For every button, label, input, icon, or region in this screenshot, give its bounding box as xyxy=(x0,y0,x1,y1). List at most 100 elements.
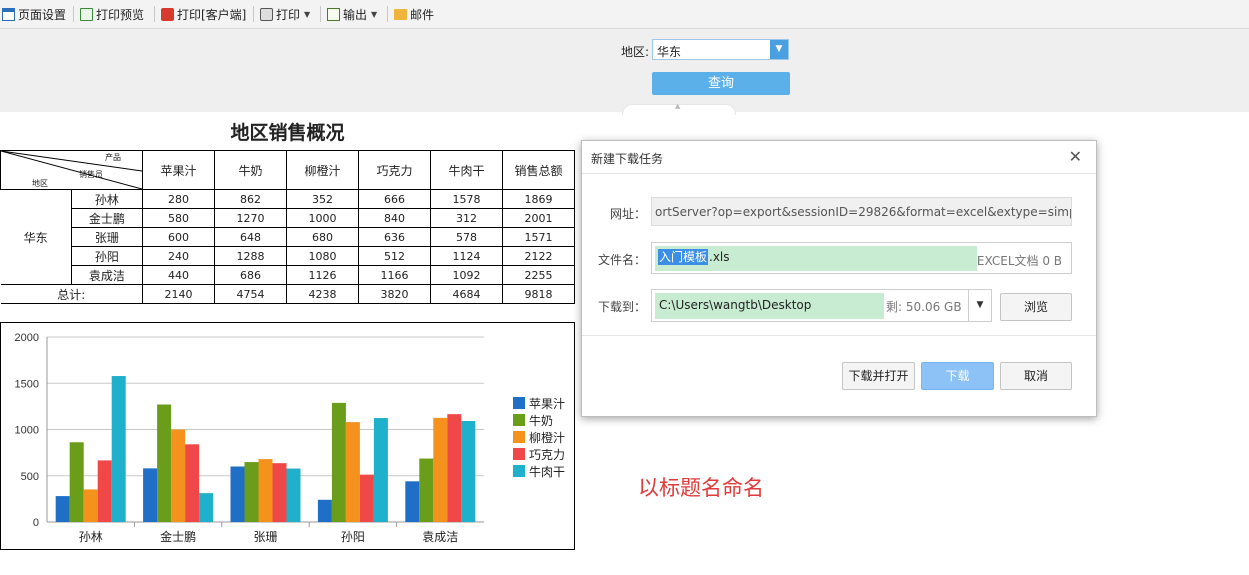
total-cell: 4238 xyxy=(286,284,359,304)
parameter-panel xyxy=(0,29,1249,112)
saveto-path-area[interactable]: C:\Users\wangtb\Desktop xyxy=(655,293,884,319)
value-cell: 680 xyxy=(286,227,359,247)
cancel-button[interactable]: 取消 xyxy=(1000,362,1072,390)
value-cell: 512 xyxy=(358,246,431,266)
legend-label: 柳橙汁 xyxy=(529,430,565,445)
query-button[interactable]: 查询 xyxy=(652,72,790,95)
close-icon[interactable]: ✕ xyxy=(1069,147,1082,166)
salesperson-cell: 金士鹏 xyxy=(70,208,144,228)
region-select-value: 华东 xyxy=(657,45,682,59)
y-tick-label: 0 xyxy=(33,517,39,529)
salesperson-cell: 孙阳 xyxy=(70,246,144,266)
value-cell: 666 xyxy=(358,189,431,209)
legend-swatch xyxy=(513,465,525,477)
bar xyxy=(461,420,476,522)
region-cell: 华东 xyxy=(0,189,72,285)
y-tick-label: 1500 xyxy=(15,378,39,390)
filename-extension: .xls xyxy=(709,250,730,264)
value-cell: 636 xyxy=(358,227,431,247)
value-cell: 648 xyxy=(214,227,287,247)
print-preview-label: 打印预览 xyxy=(96,7,145,22)
url-value: ortServer?op=export&sessionID=29826&form… xyxy=(655,205,1072,219)
mail-label: 邮件 xyxy=(410,7,435,22)
bar xyxy=(171,429,186,522)
download-button[interactable]: 下载 xyxy=(921,362,994,390)
x-tick-label: 金士鹏 xyxy=(160,529,196,544)
collapse-arrow-icon[interactable]: ▲ xyxy=(675,102,680,110)
region-select[interactable]: 华东 ▼ xyxy=(652,39,789,60)
divider xyxy=(582,173,1096,174)
bar xyxy=(419,458,434,522)
saveto-dropdown-button[interactable]: ▼ xyxy=(968,289,992,322)
value-cell: 1571 xyxy=(502,227,575,247)
diagonal-header-cell: 产品 销售员 地区 xyxy=(0,150,143,190)
table-row: 金士鹏 580 1270 1000 840 312 2001 xyxy=(1,208,575,228)
x-tick-label: 孙林 xyxy=(79,530,103,544)
export-icon xyxy=(327,7,340,21)
bar xyxy=(331,402,346,522)
salesperson-cell: 孙林 xyxy=(70,189,144,209)
table-row: 孙阳 240 1288 1080 512 1124 2122 xyxy=(1,246,575,266)
filename-label: 文件名： xyxy=(597,253,646,267)
download-open-button[interactable]: 下载并打开 xyxy=(842,362,915,390)
bar xyxy=(286,468,301,522)
total-cell: 3820 xyxy=(358,284,431,304)
page-setup-label: 页面设置 xyxy=(18,7,67,22)
value-cell: 352 xyxy=(286,189,359,209)
bar xyxy=(199,493,214,522)
salesperson-cell: 袁成洁 xyxy=(70,265,144,285)
header-product-label: 产品 xyxy=(105,153,121,162)
print-label: 打印 xyxy=(276,7,301,22)
export-label: 输出 xyxy=(343,7,368,22)
chevron-down-icon[interactable]: ▼ xyxy=(770,40,788,59)
report-title: 地区销售概况 xyxy=(230,122,345,144)
value-cell: 312 xyxy=(430,208,503,228)
value-cell: 862 xyxy=(214,189,287,209)
header-salesperson-label: 销售员 xyxy=(79,170,103,179)
bar xyxy=(185,444,200,522)
url-label: 网址： xyxy=(609,207,646,221)
table-row: 张珊 600 648 680 636 578 1571 xyxy=(1,227,575,247)
legend-label: 苹果汁 xyxy=(529,397,565,411)
page-setup-icon xyxy=(2,7,15,21)
bar xyxy=(69,442,84,522)
legend-swatch xyxy=(513,431,525,443)
value-cell: 1166 xyxy=(358,265,431,285)
print-preview-button[interactable]: 打印预览 xyxy=(80,5,144,23)
chevron-down-icon: ▼ xyxy=(976,300,984,310)
filename-text-area[interactable]: 入门模板 .xls xyxy=(655,246,977,271)
column-header: 牛奶 xyxy=(214,150,287,190)
column-header: 柳橙汁 xyxy=(286,150,359,190)
legend-swatch xyxy=(513,397,525,409)
table-row: 袁成洁 440 686 1126 1166 1092 2255 xyxy=(1,265,575,285)
divider xyxy=(582,335,1096,336)
download-dialog: 新建下载任务 ✕ 网址： ortServer?op=export&session… xyxy=(581,140,1097,417)
bar xyxy=(373,418,388,522)
print-preview-icon xyxy=(80,7,93,21)
filename-selected-text: 入门模板 xyxy=(658,249,709,265)
export-button[interactable]: 输出 ▼ xyxy=(327,5,377,23)
total-cell: 2140 xyxy=(142,284,215,304)
bar xyxy=(345,422,360,522)
legend-swatch xyxy=(513,414,525,426)
value-cell: 1080 xyxy=(286,246,359,266)
value-cell: 2122 xyxy=(502,246,575,266)
value-cell: 2255 xyxy=(502,265,575,285)
url-field[interactable]: ortServer?op=export&sessionID=29826&form… xyxy=(651,197,1072,226)
bar xyxy=(272,463,287,522)
filename-input[interactable]: 入门模板 .xls EXCEL文档 0 B xyxy=(651,242,1072,274)
value-cell: 280 xyxy=(142,189,215,209)
value-cell: 1126 xyxy=(286,265,359,285)
total-cell: 9818 xyxy=(502,284,575,304)
print-client-button[interactable]: 打印[客户端] xyxy=(161,5,246,23)
column-header: 牛肉干 xyxy=(430,150,503,190)
chart-svg: 0 500 1000 1500 2000 孙林 金士鹏 张珊 孙阳 袁成洁 苹果汁牛奶柳橙汁巧克力牛… xyxy=(15,332,566,544)
bar xyxy=(433,417,448,522)
page-setup-button[interactable]: 页面设置 xyxy=(2,5,66,23)
region-label: 地区: xyxy=(621,45,650,59)
print-button[interactable]: 打印 ▼ xyxy=(260,5,310,23)
saveto-path-field[interactable]: C:\Users\wangtb\Desktop 剩: 50.06 GB xyxy=(651,289,992,322)
mail-button[interactable]: 邮件 xyxy=(394,5,434,23)
chevron-down-icon: ▼ xyxy=(304,9,311,19)
browse-button[interactable]: 浏览 xyxy=(1000,293,1072,321)
